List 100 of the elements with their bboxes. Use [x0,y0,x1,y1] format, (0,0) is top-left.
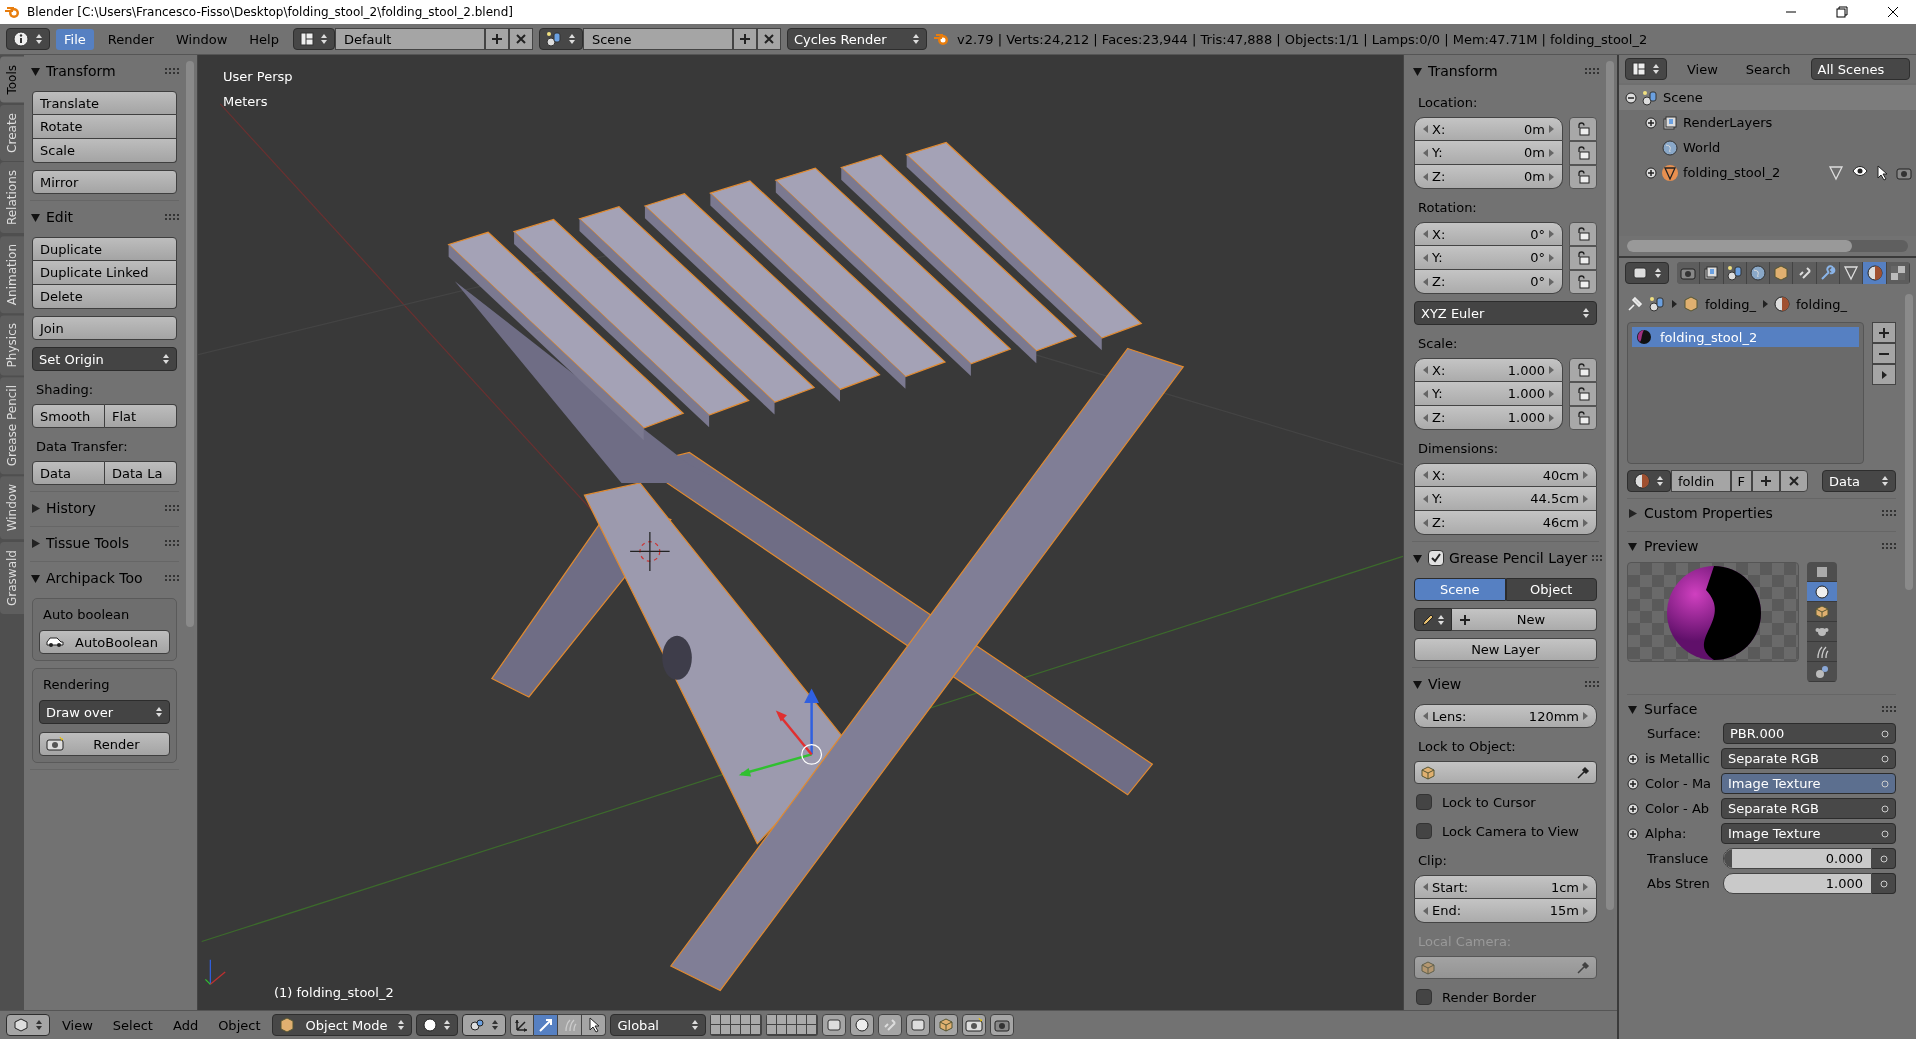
lock-toggle[interactable] [1569,270,1597,294]
manipulator-button[interactable] [582,1014,607,1036]
preview-shape-button[interactable] [1807,622,1837,642]
fake-user-button[interactable]: F [1730,470,1752,492]
checkbox-label[interactable]: Render Border [1442,989,1536,1005]
checkbox[interactable] [1416,794,1432,810]
number-field[interactable]: Y: 1.000 [1414,382,1563,406]
tool-tab[interactable]: Relations [0,162,24,234]
context-tab[interactable] [1677,262,1701,284]
node-socket-dropdown[interactable]: PBR.000 [1723,723,1896,744]
slider[interactable]: 0.000 [1723,848,1872,869]
tool-button[interactable]: Rotate [32,115,177,139]
preview-shape-button[interactable] [1807,642,1837,662]
panel-title[interactable]: Grease Pencil Layer [1449,550,1588,566]
socket-button[interactable] [1872,848,1896,869]
panel-title[interactable]: Archipack Too [46,570,160,586]
menu-item[interactable]: Object [210,1014,269,1036]
context-tab[interactable] [1863,262,1887,284]
toolbar-button[interactable] [850,1014,875,1036]
toolbar-button[interactable] [962,1014,987,1036]
new-layer-button[interactable]: New Layer [1414,638,1597,661]
number-field[interactable]: X: 40cm [1414,463,1597,487]
preview-shape-button[interactable] [1807,562,1837,582]
new-button[interactable]: New [1452,608,1597,631]
panel-title[interactable]: Transform [1428,63,1580,79]
close-button[interactable] [756,28,781,50]
lock-toggle[interactable] [1569,141,1597,165]
tool-tab[interactable]: Animation [0,235,24,313]
preview-shape-button[interactable] [1807,582,1837,602]
context-tab[interactable] [1793,262,1817,284]
add-button[interactable] [484,28,509,50]
dropdown[interactable]: Set Origin [32,347,177,371]
menu-item[interactable]: Window [168,28,236,50]
scene-field[interactable]: Scene [582,28,733,50]
context-tab[interactable] [1816,262,1841,284]
menu-item[interactable]: File [56,28,94,50]
tool-tab[interactable]: Physics [0,314,24,376]
panel-title[interactable]: Edit [46,209,160,225]
layer-grid[interactable] [766,1014,819,1036]
scrollbar[interactable] [1905,294,1913,590]
add-slot-button[interactable] [1872,322,1896,343]
toggle-button[interactable]: Smooth [32,404,105,428]
layer-grid[interactable] [710,1014,763,1036]
panel-title[interactable]: View [1428,676,1580,692]
tool-tab[interactable]: Graswald [0,541,24,614]
manipulator-button[interactable] [558,1014,583,1036]
menu-item[interactable]: Search [1737,58,1799,80]
add-button[interactable] [732,28,757,50]
node-socket-dropdown[interactable]: Image Texture [1721,823,1896,844]
number-field[interactable]: Start: 1cm [1414,875,1597,899]
unlink-button[interactable] [1780,470,1808,492]
context-tab[interactable] [1746,262,1771,284]
toolbar-button[interactable] [878,1014,903,1036]
number-field[interactable]: End: 15m [1414,899,1597,923]
menu-item[interactable]: Render [99,28,163,50]
object-field[interactable] [1414,761,1597,784]
lock-toggle[interactable] [1569,406,1597,430]
number-field[interactable]: 1.000 [1723,873,1872,894]
slot-menu-button[interactable] [1872,364,1896,385]
menu-item[interactable]: View [54,1014,101,1036]
toolbar-button[interactable] [934,1014,959,1036]
segment-tab[interactable]: Object [1505,578,1597,601]
lock-toggle[interactable] [1569,382,1597,406]
pencil-dropdown[interactable] [1414,608,1452,631]
tree-row[interactable]: World [1619,135,1916,160]
panel-title[interactable]: Custom Properties [1644,505,1876,521]
material-name-field[interactable]: foldin [1671,470,1731,492]
tool-button[interactable]: Mirror [32,170,177,194]
close-button[interactable] [508,28,533,50]
tree-row[interactable]: Scene [1619,85,1916,110]
number-field[interactable]: X: 0° [1414,222,1563,246]
tool-tab[interactable]: Window [0,476,24,540]
layout-field[interactable]: Default [334,28,485,50]
tree-row[interactable]: RenderLayers [1619,110,1916,135]
number-field[interactable]: Y: 44.5cm [1414,487,1597,511]
number-field[interactable]: X: 1.000 [1414,358,1563,382]
panel-title[interactable]: Surface [1644,701,1876,717]
preview-shape-button[interactable] [1807,602,1837,622]
tool-button[interactable]: Delete [32,285,177,309]
node-socket-dropdown[interactable]: Image Texture [1721,773,1896,794]
menu-item[interactable]: Help [241,28,287,50]
context-tab[interactable] [1723,262,1747,284]
menu-item[interactable]: View [1679,58,1726,80]
dropdown[interactable]: Draw over [39,700,170,724]
toolbar-button[interactable] [822,1014,847,1036]
segment-tab[interactable]: Scene [1414,578,1506,601]
dropdown[interactable]: XYZ Euler [1414,301,1597,325]
editor-type-button[interactable] [1625,262,1669,284]
checkbox[interactable] [1416,989,1432,1005]
panel-title[interactable]: Transform [46,63,160,79]
lock-toggle[interactable] [1569,358,1597,382]
3d-viewport[interactable]: User Persp Meters (1) folding_stool_2 [198,55,1403,1010]
material-slot[interactable]: folding_stool_2 [1632,327,1859,347]
context-tab[interactable] [1700,262,1724,284]
tool-button[interactable]: Render [39,732,170,756]
breadcrumb-item[interactable]: folding_ [1705,296,1756,312]
layout-selector[interactable] [292,28,335,50]
display-mode-dropdown[interactable]: All Scenes [1810,58,1910,80]
number-field[interactable]: Z: 0° [1414,270,1563,294]
tool-tab[interactable]: Grease Pencil [0,377,24,475]
